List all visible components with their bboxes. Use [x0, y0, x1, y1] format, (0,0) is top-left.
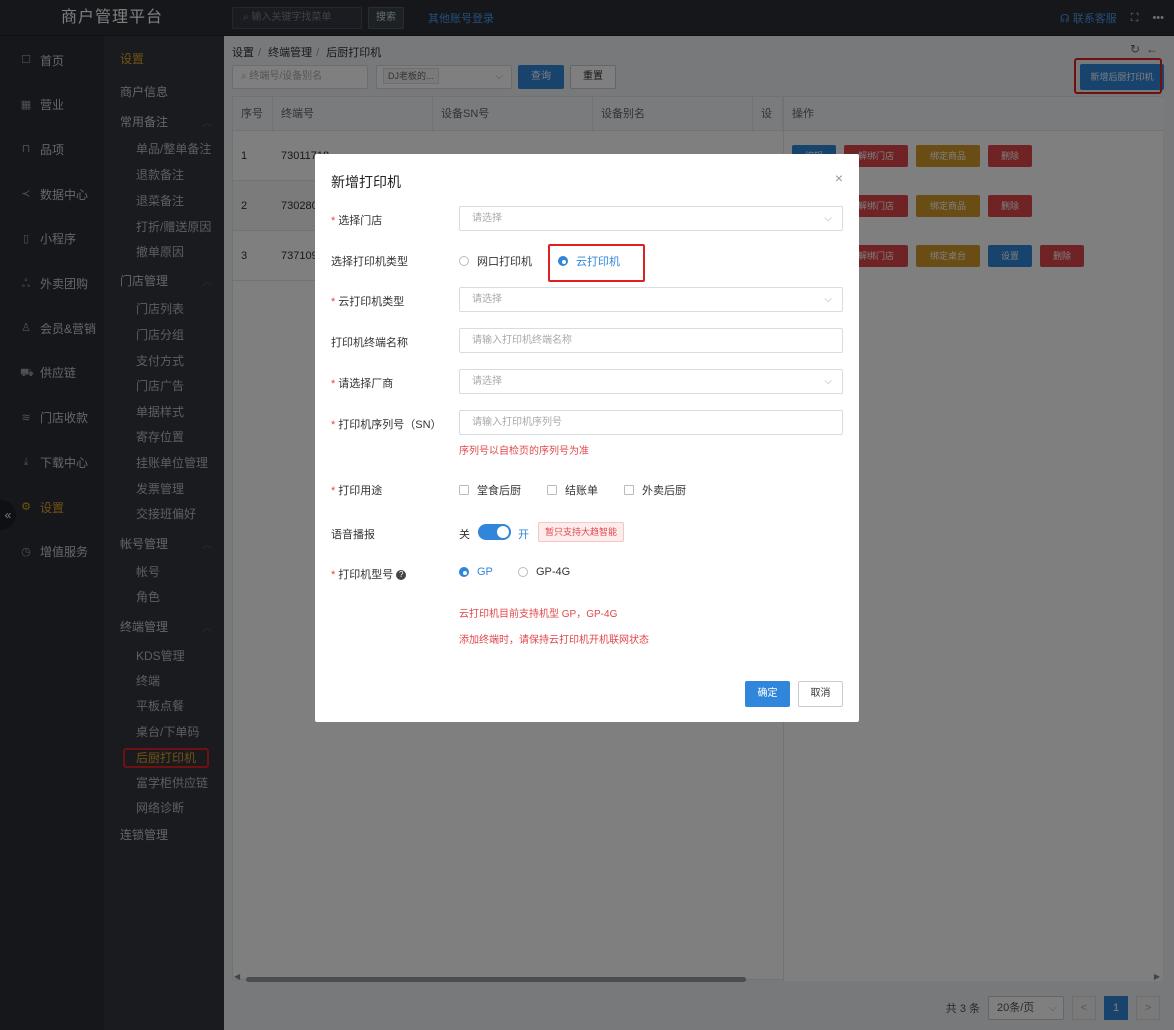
vendor-label: * 请选择厂商: [331, 378, 394, 390]
cloud-model-note: 云打印机目前支持机型 GP，GP-4G: [459, 609, 618, 620]
radio-model-gp[interactable]: GP: [459, 566, 493, 578]
cancel-button[interactable]: 取消: [798, 681, 843, 707]
cloud-type-select[interactable]: 请选择 ⌵: [459, 287, 843, 312]
checkbox-square: [547, 485, 557, 495]
usage-label: * 打印用途: [331, 485, 383, 497]
model-label: * 打印机型号?: [331, 566, 407, 582]
checkbox-dine-in-kitchen[interactable]: 堂食后厨: [459, 482, 521, 498]
terminal-name-label: 打印机终端名称: [331, 337, 408, 349]
confirm-button[interactable]: 确定: [745, 681, 790, 707]
sn-label: * 打印机序列号（SN）: [331, 419, 442, 431]
store-select[interactable]: 请选择 ⌵: [459, 206, 843, 231]
dialog-title: 新增打印机: [331, 174, 401, 190]
radio-circle: [459, 567, 469, 577]
voice-on-label: 开: [518, 529, 529, 541]
voice-off-label: 关: [459, 529, 470, 541]
close-icon[interactable]: ×: [835, 170, 843, 186]
radio-network-printer[interactable]: 网口打印机: [459, 253, 532, 269]
voice-toggle[interactable]: [478, 524, 511, 540]
add-printer-dialog: 新增打印机 × * 选择门店 请选择 ⌵ 选择打印机类型 网口打印机 云打印机 * 云…: [315, 154, 859, 722]
toggle-knob: [497, 526, 509, 538]
vendor-select[interactable]: 请选择 ⌵: [459, 369, 843, 394]
sn-hint: 序列号以自检页的序列号为准: [459, 446, 589, 457]
printer-type-label: 选择打印机类型: [331, 256, 408, 268]
checkbox-checkout-bill[interactable]: 结账单: [547, 482, 598, 498]
radio-model-gp4g[interactable]: GP-4G: [518, 566, 570, 578]
voice-label: 语音播报: [331, 529, 375, 541]
radio-circle: [459, 256, 469, 266]
cloud-type-label: * 云打印机类型: [331, 296, 405, 308]
sn-input[interactable]: 请输入打印机序列号: [459, 410, 843, 435]
terminal-name-input[interactable]: 请输入打印机终端名称: [459, 328, 843, 353]
network-note: 添加终端时，请保持云打印机开机联网状态: [459, 635, 649, 646]
chevron-down-icon: ⌵: [824, 294, 832, 305]
checkbox-square: [624, 485, 634, 495]
radio-circle: [518, 567, 528, 577]
checkbox-takeout-kitchen[interactable]: 外卖后厨: [624, 482, 686, 498]
voice-support-tag: 暂只支持大趋智能: [538, 522, 625, 542]
checkbox-square: [459, 485, 469, 495]
cloud-printer-highlight: [548, 244, 645, 282]
chevron-down-icon: ⌵: [824, 213, 832, 224]
chevron-down-icon: ⌵: [824, 376, 832, 387]
store-label: * 选择门店: [331, 215, 383, 227]
help-icon[interactable]: ?: [396, 570, 407, 581]
